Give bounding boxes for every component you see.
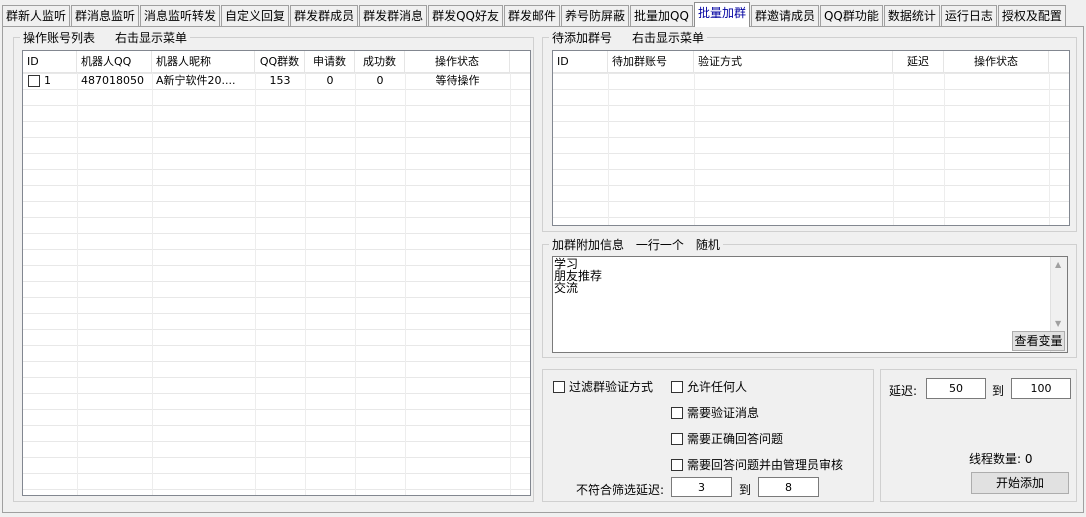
extra-info-line: 学习 [554,257,579,271]
need-admin-checkbox[interactable] [671,458,683,471]
tab-strip: 群新人监听 群消息监听 消息监听转发 自定义回复 群发群成员 群发群消息 群发QQ好友 群发邮… [2,2,1067,27]
mismatch-delay-label: 不符合筛选延迟: [576,483,665,497]
extra-info-hint-random: 随机 [695,238,720,252]
need-answer-label: 需要正确回答问题 [687,432,784,446]
tab-15[interactable]: 授权及配置 [997,5,1066,27]
extra-info-hint-per-line: 一行一个 [635,238,684,252]
extra-info-textarea[interactable]: 学习 朋友推荐 交流 ▲ ▼ 查看变量 [552,256,1068,353]
pending-group: 待添加群号 右击显示菜单 ID 待加群账号 验证方式 延迟 操作状态 [542,29,1077,232]
mismatch-delay-from-input[interactable]: 3 [671,477,732,497]
pending-listview[interactable]: ID 待加群账号 验证方式 延迟 操作状态 [552,50,1070,226]
tab-13[interactable]: 数据统计 [883,5,940,27]
tab-11[interactable]: 群邀请成员 [750,5,819,27]
tab-6[interactable]: 群发QQ好友 [428,5,503,27]
accounts-hint: 右击显示菜单 [115,31,188,45]
mismatch-to-label: 到 [739,483,752,497]
row-status: 等待操作 [435,74,480,87]
filter-verify-label: 过滤群验证方式 [569,380,654,394]
extra-info-title: 加群附加信息 [552,238,625,252]
tab-12[interactable]: QQ群功能 [819,5,883,27]
col-pending-id[interactable]: ID [553,51,608,73]
col-group-count[interactable]: QQ群数 [255,51,305,73]
extra-info-line: 朋友推荐 [554,269,603,283]
row-nickname: A新宁软件20.... [156,74,236,87]
scroll-down-icon[interactable]: ▼ [1055,319,1061,328]
need-admin-label: 需要回答问题并由管理员审核 [687,458,844,472]
tab-panel-batch-add-group: 操作账号列表 右击显示菜单 ID 机器人QQ 机器人昵称 QQ群数 申请数 成功数… [2,26,1084,513]
col-delay[interactable]: 延迟 [893,51,944,73]
row-apply: 0 [326,74,334,87]
tab-4[interactable]: 群发群成员 [290,5,359,27]
delay-to-label: 到 [992,384,1005,398]
view-variables-button[interactable]: 查看变量 [1012,331,1065,351]
delay-from-input[interactable]: 50 [926,378,986,399]
delay-controls-group: 延迟: 50 到 100 线程数量: 0 开始添加 [880,369,1077,502]
col-robot-qq[interactable]: 机器人QQ [77,51,152,73]
thread-count-label: 线程数量: 0 [969,452,1033,466]
col-pending-status[interactable]: 操作状态 [944,51,1049,73]
need-verify-checkbox[interactable] [671,406,683,419]
row-group-count: 153 [269,74,291,87]
tab-5[interactable]: 群发群消息 [359,5,428,27]
filter-options-group: 过滤群验证方式 允许任何人 需要验证消息 需要正确回答问题 需要回答问题并由管理… [542,369,874,502]
need-answer-checkbox[interactable] [671,432,683,445]
extra-info-group: 加群附加信息 一行一个 随机 学习 朋友推荐 交流 ▲ ▼ 查看变量 [542,236,1077,358]
pending-header: ID 待加群账号 验证方式 延迟 操作状态 [553,51,1069,73]
row-checkbox[interactable] [28,75,40,87]
accounts-header: ID 机器人QQ 机器人昵称 QQ群数 申请数 成功数 操作状态 [23,51,530,73]
mismatch-delay-to-input[interactable]: 8 [758,477,819,497]
col-robot-nickname[interactable]: 机器人昵称 [152,51,255,73]
accounts-listview[interactable]: ID 机器人QQ 机器人昵称 QQ群数 申请数 成功数 操作状态 1 48701… [22,50,531,496]
col-success-count[interactable]: 成功数 [355,51,405,73]
tab-2[interactable]: 消息监听转发 [140,5,221,27]
allow-anyone-label: 允许任何人 [687,380,748,394]
tab-3[interactable]: 自定义回复 [221,5,290,27]
filter-verify-checkbox[interactable] [553,380,565,393]
tab-7[interactable]: 群发邮件 [504,5,561,27]
delay-label: 延迟: [889,384,918,398]
delay-to-input[interactable]: 100 [1011,378,1071,399]
row-id: 1 [44,74,51,87]
col-status[interactable]: 操作状态 [405,51,510,73]
row-success: 0 [376,74,384,87]
pending-hint: 右击显示菜单 [632,31,705,45]
tab-10[interactable]: 批量加群 [693,2,750,27]
row-qq: 487018050 [81,74,144,87]
scroll-up-icon[interactable]: ▲ [1055,260,1061,269]
tab-9[interactable]: 批量加QQ [630,5,693,27]
start-add-button[interactable]: 开始添加 [971,472,1069,494]
extra-info-line: 交流 [554,281,579,295]
table-row[interactable]: 1 487018050 A新宁软件20.... 153 0 0 等待操作 [23,73,530,89]
tab-1[interactable]: 群消息监听 [71,5,140,27]
tab-8[interactable]: 养号防屏蔽 [561,5,630,27]
pending-title: 待添加群号 [552,31,613,45]
col-apply-count[interactable]: 申请数 [305,51,355,73]
col-verify-method[interactable]: 验证方式 [694,51,893,73]
col-id[interactable]: ID [23,51,77,73]
tab-14[interactable]: 运行日志 [940,5,997,27]
accounts-title: 操作账号列表 [23,31,96,45]
allow-anyone-checkbox[interactable] [671,380,683,393]
tab-0[interactable]: 群新人监听 [2,5,71,27]
col-pending-account[interactable]: 待加群账号 [608,51,694,73]
accounts-group: 操作账号列表 右击显示菜单 ID 机器人QQ 机器人昵称 QQ群数 申请数 成功数… [13,29,534,502]
need-verify-label: 需要验证消息 [687,406,760,420]
